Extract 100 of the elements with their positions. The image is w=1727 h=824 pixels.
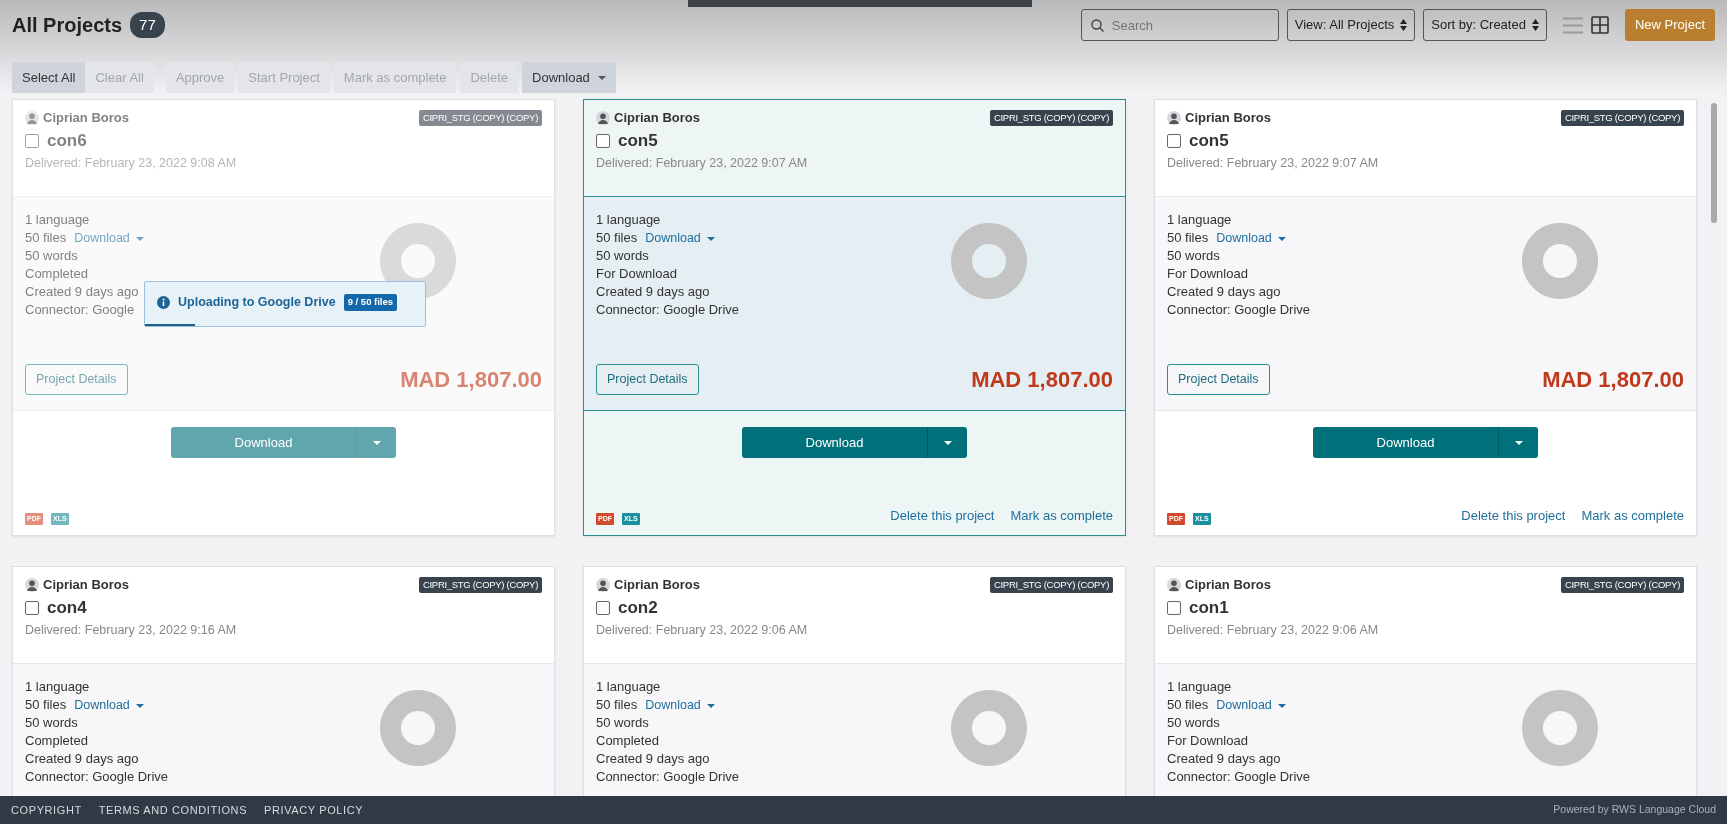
project-status: For Download	[1167, 732, 1248, 750]
project-count: 77	[130, 11, 165, 39]
word-count: 50 words	[596, 714, 649, 732]
caret-icon	[372, 441, 381, 446]
connector-name: Connector: Google Drive	[25, 768, 169, 786]
download-button[interactable]: Download	[742, 427, 927, 458]
project-tag: CIPRI_STG (COPY) (COPY)	[418, 576, 542, 593]
upload-message: Uploading to Google Drive	[178, 294, 336, 312]
delivered-date: Delivered: February 23, 2022 9:06 AM	[1167, 621, 1380, 639]
caret-icon	[706, 236, 715, 241]
sort-select[interactable]: Sort by: Created	[1423, 9, 1547, 41]
file-count: 50 files	[596, 229, 638, 247]
word-count: 50 words	[1167, 247, 1220, 265]
project-card[interactable]: Ciprian Boros CIPRI_STG (COPY) (COPY) con1 Delivered: February 23, 2022 9:06 AM 1 language 50 files Download 50 words For Download Created 9 days ago Connector: Google Drive	[1154, 566, 1697, 796]
user-avatar-icon	[1167, 577, 1181, 592]
file-count: 50 files	[25, 229, 67, 247]
owner-name: Ciprian Boros	[1185, 576, 1271, 594]
dropdown-button[interactable]: Download	[522, 62, 616, 93]
info-icon	[157, 296, 170, 309]
project-tag: CIPRI_STG (COPY) (COPY)	[1560, 576, 1684, 593]
view-select[interactable]: View: All Projects	[1286, 9, 1416, 41]
dropdown-toggle-button[interactable]	[927, 427, 967, 458]
file-count: 50 files	[596, 696, 638, 714]
caret-icon	[1514, 441, 1523, 446]
caret-icon	[1277, 703, 1286, 708]
delivered-date: Delivered: February 23, 2022 9:07 AM	[596, 154, 809, 172]
footer-link[interactable]: COPYRIGHT	[11, 801, 82, 819]
project-card[interactable]: Ciprian Boros CIPRI_STG (COPY) (COPY) con2 Delivered: February 23, 2022 9:06 AM 1 language 50 files Download 50 words Completed Created 9 days ago Connector: Google Drive	[583, 566, 1126, 796]
download-button[interactable]: Download	[1313, 427, 1498, 458]
caret-icon	[597, 76, 606, 81]
select-checkbox[interactable]	[596, 600, 610, 615]
project-name: con5	[618, 129, 658, 152]
project-tag: CIPRI_STG (COPY) (COPY)	[1560, 109, 1684, 126]
select-checkbox[interactable]	[1167, 600, 1181, 615]
files-download-link[interactable]: Download	[1216, 696, 1286, 714]
mark-complete-link[interactable]: Mark as complete	[1010, 505, 1113, 525]
dropdown-toggle-button[interactable]	[1498, 427, 1538, 458]
owner-name: Ciprian Boros	[614, 576, 700, 594]
select-checkbox[interactable]	[25, 600, 39, 615]
caret-icon	[706, 703, 715, 708]
project-details-button[interactable]: Project Details	[1167, 364, 1270, 395]
language-count: 1 language	[25, 678, 90, 696]
project-price: MAD 1,807.00	[1542, 366, 1684, 394]
created-date: Created 9 days ago	[596, 750, 710, 768]
search-icon	[1090, 19, 1104, 32]
footer-link[interactable]: PRIVACY POLICY	[264, 801, 364, 819]
project-status: For Download	[596, 265, 677, 283]
delivered-date: Delivered: February 23, 2022 9:07 AM	[1167, 154, 1380, 172]
select-checkbox[interactable]	[596, 133, 610, 148]
footer-link[interactable]: TERMS AND CONDITIONS	[98, 801, 248, 819]
project-name: con6	[47, 129, 87, 152]
scrollbar-thumb[interactable]	[1711, 103, 1717, 223]
project-status: For Download	[1167, 265, 1248, 283]
connector-name: Connector: Google Drive	[596, 301, 740, 319]
word-count: 50 words	[25, 247, 78, 265]
project-name: con1	[1189, 596, 1229, 619]
word-count: 50 words	[1167, 714, 1220, 732]
file-count: 50 files	[1167, 229, 1209, 247]
delivered-date: Delivered: February 23, 2022 9:06 AM	[596, 621, 809, 639]
dropdown-toggle-button[interactable]	[356, 427, 396, 458]
word-count: 50 words	[596, 247, 649, 265]
project-card[interactable]	[583, 99, 1126, 536]
page-title: All Projects	[12, 13, 123, 38]
created-date: Created 9 days ago	[596, 283, 710, 301]
user-avatar-icon	[25, 110, 39, 125]
project-status: Completed	[596, 732, 659, 750]
sort-arrows-icon	[1400, 19, 1408, 31]
grid-view-icon[interactable]	[1590, 16, 1609, 34]
language-count: 1 language	[1167, 678, 1232, 696]
sort-arrows-icon	[1531, 19, 1539, 31]
file-count: 50 files	[1167, 696, 1209, 714]
caret-icon	[943, 441, 952, 446]
files-download-link[interactable]: Download	[645, 229, 715, 247]
project-tag: CIPRI_STG (COPY) (COPY)	[418, 109, 542, 126]
download-button[interactable]: Download	[171, 427, 356, 458]
delete-project-link[interactable]: Delete this project	[890, 505, 995, 525]
word-count: 50 words	[25, 714, 78, 732]
owner-name: Ciprian Boros	[43, 576, 129, 594]
connector-name: Connector: Google Drive	[1167, 301, 1311, 319]
created-date: Created 9 days ago	[25, 283, 139, 301]
search-field[interactable]: Search	[1080, 9, 1279, 41]
files-download-link[interactable]: Download	[645, 696, 715, 714]
project-name: con5	[1189, 129, 1229, 152]
user-avatar-icon	[596, 110, 610, 125]
files-download-link[interactable]: Download	[74, 696, 144, 714]
select-checkbox[interactable]	[25, 133, 39, 148]
project-details-button[interactable]: Project Details	[596, 364, 699, 395]
select-all-button[interactable]: Select All	[12, 62, 86, 93]
project-card[interactable]: Ciprian Boros CIPRI_STG (COPY) (COPY) con4 Delivered: February 23, 2022 9:16 AM 1 language 50 files Download 50 words Completed Created 9 days ago Connector: Google Drive	[12, 566, 555, 796]
project-name: con2	[618, 596, 658, 619]
language-count: 1 language	[1167, 211, 1232, 229]
new-project-button[interactable]: New Project	[1624, 9, 1715, 41]
mark-complete-link[interactable]: Mark as complete	[1581, 505, 1684, 525]
created-date: Created 9 days ago	[25, 750, 139, 768]
files-download-link[interactable]: Download	[1216, 229, 1286, 247]
project-name: con4	[47, 596, 87, 619]
delete-project-link[interactable]: Delete this project	[1461, 505, 1566, 525]
select-checkbox[interactable]	[1167, 133, 1181, 148]
user-avatar-icon	[596, 577, 610, 592]
owner-name: Ciprian Boros	[43, 109, 129, 127]
